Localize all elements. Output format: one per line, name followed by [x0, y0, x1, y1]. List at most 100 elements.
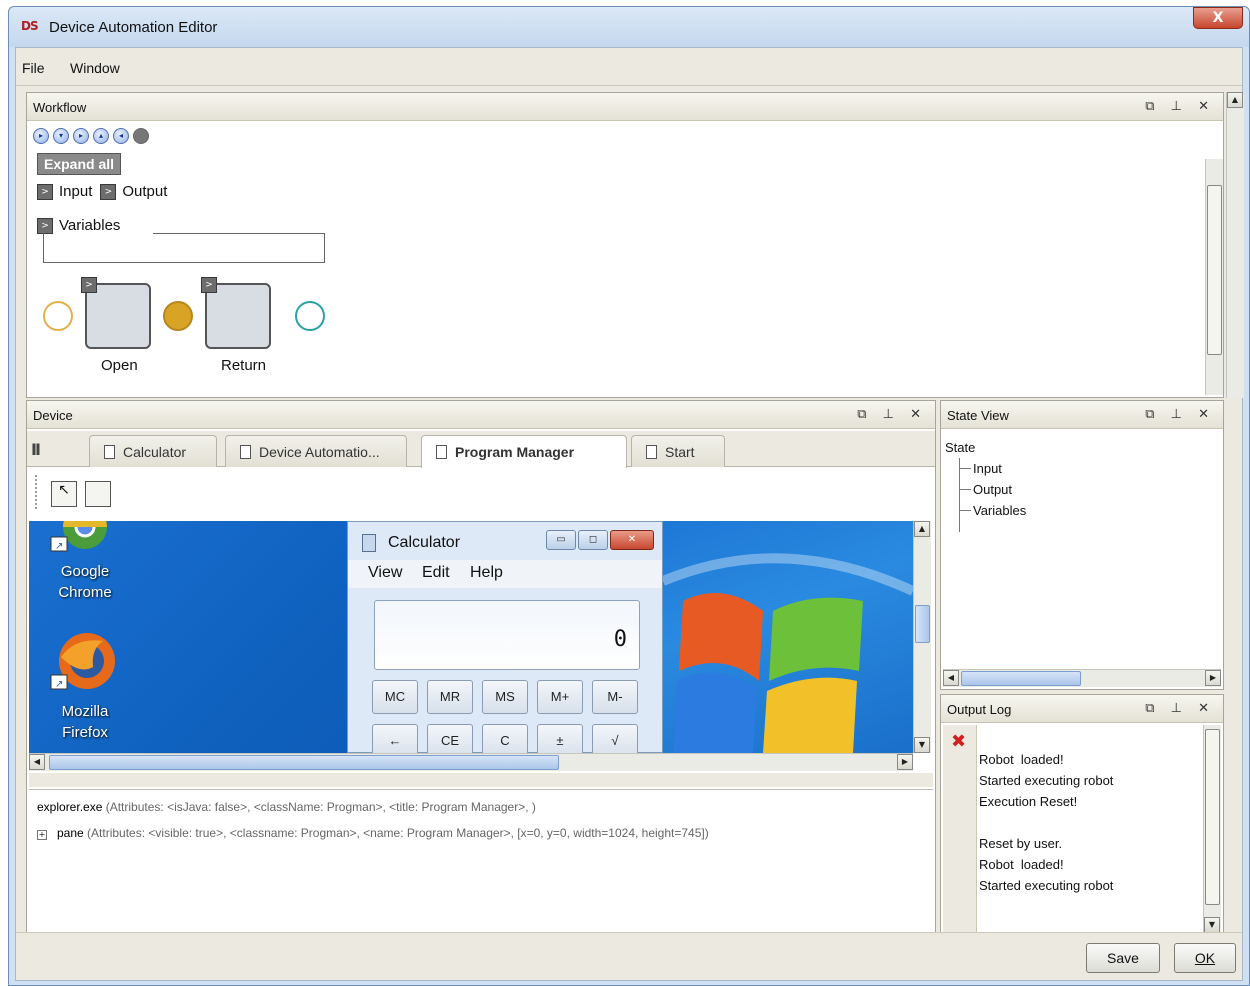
- input-expand-button[interactable]: >: [37, 183, 53, 200]
- key-mminus[interactable]: M-: [592, 680, 638, 714]
- variables-label: Variables: [59, 217, 121, 235]
- output-log-vscroll[interactable]: ▼: [1203, 725, 1221, 933]
- variables-row: > Variables: [37, 217, 128, 234]
- expand-all-button[interactable]: Expand all: [37, 153, 122, 175]
- device-vscroll-thumb[interactable]: [915, 605, 930, 643]
- menu-window[interactable]: Window: [70, 60, 120, 76]
- tree-item-output[interactable]: Output: [945, 479, 1026, 500]
- device-hscroll-thumb[interactable]: [49, 755, 559, 770]
- menu-file[interactable]: File: [22, 60, 45, 76]
- workflow-header: Workflow ⧉ ⊥ ✕: [27, 93, 1223, 121]
- middle-circle[interactable]: [163, 301, 193, 331]
- key-mr[interactable]: MR: [427, 680, 473, 714]
- key-mplus[interactable]: M+: [537, 680, 583, 714]
- windows-logo-graphic: [663, 553, 913, 753]
- state-view-hscroll[interactable]: ◀ ▶: [943, 669, 1221, 687]
- calc-menu-help[interactable]: Help: [470, 564, 503, 582]
- step-over-icon[interactable]: ▸: [73, 127, 89, 144]
- output-log-vscroll-thumb[interactable]: [1205, 729, 1220, 905]
- state-view-header: State View ⧉ ⊥ ✕: [941, 401, 1223, 429]
- document-icon: [240, 445, 251, 459]
- tree-item-input[interactable]: Input: [945, 458, 1026, 479]
- scroll-up-icon[interactable]: ▲: [914, 521, 930, 537]
- windows-wallpaper: [663, 521, 913, 753]
- clear-log-icon[interactable]: ✖: [951, 731, 966, 752]
- stop-icon[interactable]: [133, 127, 149, 144]
- scroll-down-icon[interactable]: ▼: [1204, 917, 1220, 933]
- property-explorer-attrs: (Attributes: <isJava: false>, <className…: [102, 800, 536, 814]
- pause-icon[interactable]: II: [31, 440, 41, 459]
- tab-calculator[interactable]: Calculator: [89, 435, 217, 467]
- input-label: Input: [59, 183, 93, 201]
- property-pane-name: pane: [57, 826, 84, 840]
- calculator-display-value: 0: [613, 627, 627, 652]
- calc-menu-edit[interactable]: Edit: [422, 564, 450, 582]
- output-label: Output: [122, 183, 168, 201]
- key-mc[interactable]: MC: [372, 680, 418, 714]
- workflow-panel-controls[interactable]: ⧉ ⊥ ✕: [1145, 99, 1215, 114]
- splitter[interactable]: [29, 773, 933, 787]
- workflow-vscroll-thumb[interactable]: [1207, 185, 1222, 355]
- window-close-button[interactable]: X: [1193, 7, 1243, 29]
- tab-device-automation[interactable]: Device Automatio...: [225, 435, 407, 467]
- calculator-window[interactable]: Calculator ▭ ◻ ✕ View Edit Help 0 MC MR MS: [347, 521, 663, 753]
- outer-vscroll[interactable]: ▲: [1226, 92, 1244, 398]
- rewind-icon[interactable]: ◂: [113, 127, 129, 144]
- scroll-right-icon[interactable]: ▶: [897, 754, 913, 770]
- step-out-icon[interactable]: ▴: [93, 127, 109, 144]
- node-return-label: Return: [221, 357, 267, 374]
- tree-root-state[interactable]: State: [945, 437, 1026, 458]
- key-c[interactable]: C: [482, 724, 528, 753]
- output-log-panel-controls[interactable]: ⧉ ⊥ ✕: [1145, 701, 1215, 716]
- state-view-hscroll-thumb[interactable]: [961, 671, 1081, 686]
- scroll-down-icon[interactable]: ▼: [914, 737, 930, 753]
- device-screen[interactable]: ↗ ↗ Google Chrome Mozilla Firefox Calcul…: [29, 521, 913, 753]
- expand-plus-icon[interactable]: +: [37, 830, 47, 840]
- scroll-left-icon[interactable]: ◀: [29, 754, 45, 770]
- key-ce[interactable]: CE: [427, 724, 473, 753]
- device-hscroll[interactable]: ◀ ▶: [29, 753, 913, 771]
- workflow-title: Workflow: [33, 100, 87, 115]
- property-line-explorer[interactable]: explorer.exe (Attributes: <isJava: false…: [37, 800, 536, 814]
- step-icon[interactable]: ▾: [53, 127, 69, 144]
- maximize-icon[interactable]: ◻: [578, 530, 608, 550]
- dialog-footer: Save OK: [16, 932, 1242, 980]
- device-vscroll[interactable]: ▲ ▼: [913, 521, 931, 753]
- state-tree: State Input Output Variables: [945, 437, 1026, 532]
- key-backspace[interactable]: ←: [372, 724, 418, 753]
- title-bar[interactable]: DS Device Automation Editor X: [9, 7, 1249, 47]
- key-sqrt[interactable]: √: [592, 724, 638, 753]
- desktop-icon-chrome-label[interactable]: Google Chrome: [45, 561, 125, 603]
- play-icon[interactable]: ▸: [33, 127, 49, 144]
- capture-region-icon[interactable]: [85, 481, 111, 507]
- tree-item-variables[interactable]: Variables: [945, 500, 1026, 521]
- start-circle[interactable]: [43, 301, 73, 331]
- key-ms[interactable]: MS: [482, 680, 528, 714]
- tab-start[interactable]: Start: [631, 435, 725, 467]
- output-expand-button[interactable]: >: [100, 183, 117, 200]
- save-button[interactable]: Save: [1086, 943, 1160, 973]
- workflow-vscroll[interactable]: [1205, 159, 1223, 395]
- output-log-gutter: ✖: [943, 725, 977, 933]
- scroll-right-icon[interactable]: ▶: [1205, 670, 1221, 686]
- scroll-left-icon[interactable]: ◀: [943, 670, 959, 686]
- outer-scroll-up-icon[interactable]: ▲: [1227, 92, 1243, 108]
- calc-menu-view[interactable]: View: [368, 564, 402, 582]
- minimize-icon[interactable]: ▭: [546, 530, 576, 550]
- tab-program-manager[interactable]: Program Manager: [421, 435, 627, 468]
- node-open-expand-button[interactable]: >: [81, 277, 97, 293]
- state-view-panel-controls[interactable]: ⧉ ⊥ ✕: [1145, 407, 1215, 422]
- workflow-toolbar: ▸ ▾ ▸ ▴ ◂: [33, 127, 153, 147]
- close-icon[interactable]: ✕: [610, 530, 654, 550]
- key-plus-minus[interactable]: ±: [537, 724, 583, 753]
- device-panel-controls[interactable]: ⧉ ⊥ ✕: [857, 407, 927, 422]
- select-element-icon[interactable]: ↖: [51, 481, 77, 507]
- app-logo-icon: DS: [21, 19, 39, 33]
- ok-button[interactable]: OK: [1174, 943, 1236, 973]
- variables-expand-button[interactable]: >: [37, 217, 53, 234]
- node-return-expand-button[interactable]: >: [201, 277, 217, 293]
- desktop-icon-firefox-label[interactable]: Mozilla Firefox: [45, 701, 125, 743]
- end-circle[interactable]: [295, 301, 325, 331]
- property-line-pane[interactable]: + pane (Attributes: <visible: true>, <cla…: [37, 826, 709, 840]
- properties-area: explorer.exe (Attributes: <isJava: false…: [29, 789, 933, 931]
